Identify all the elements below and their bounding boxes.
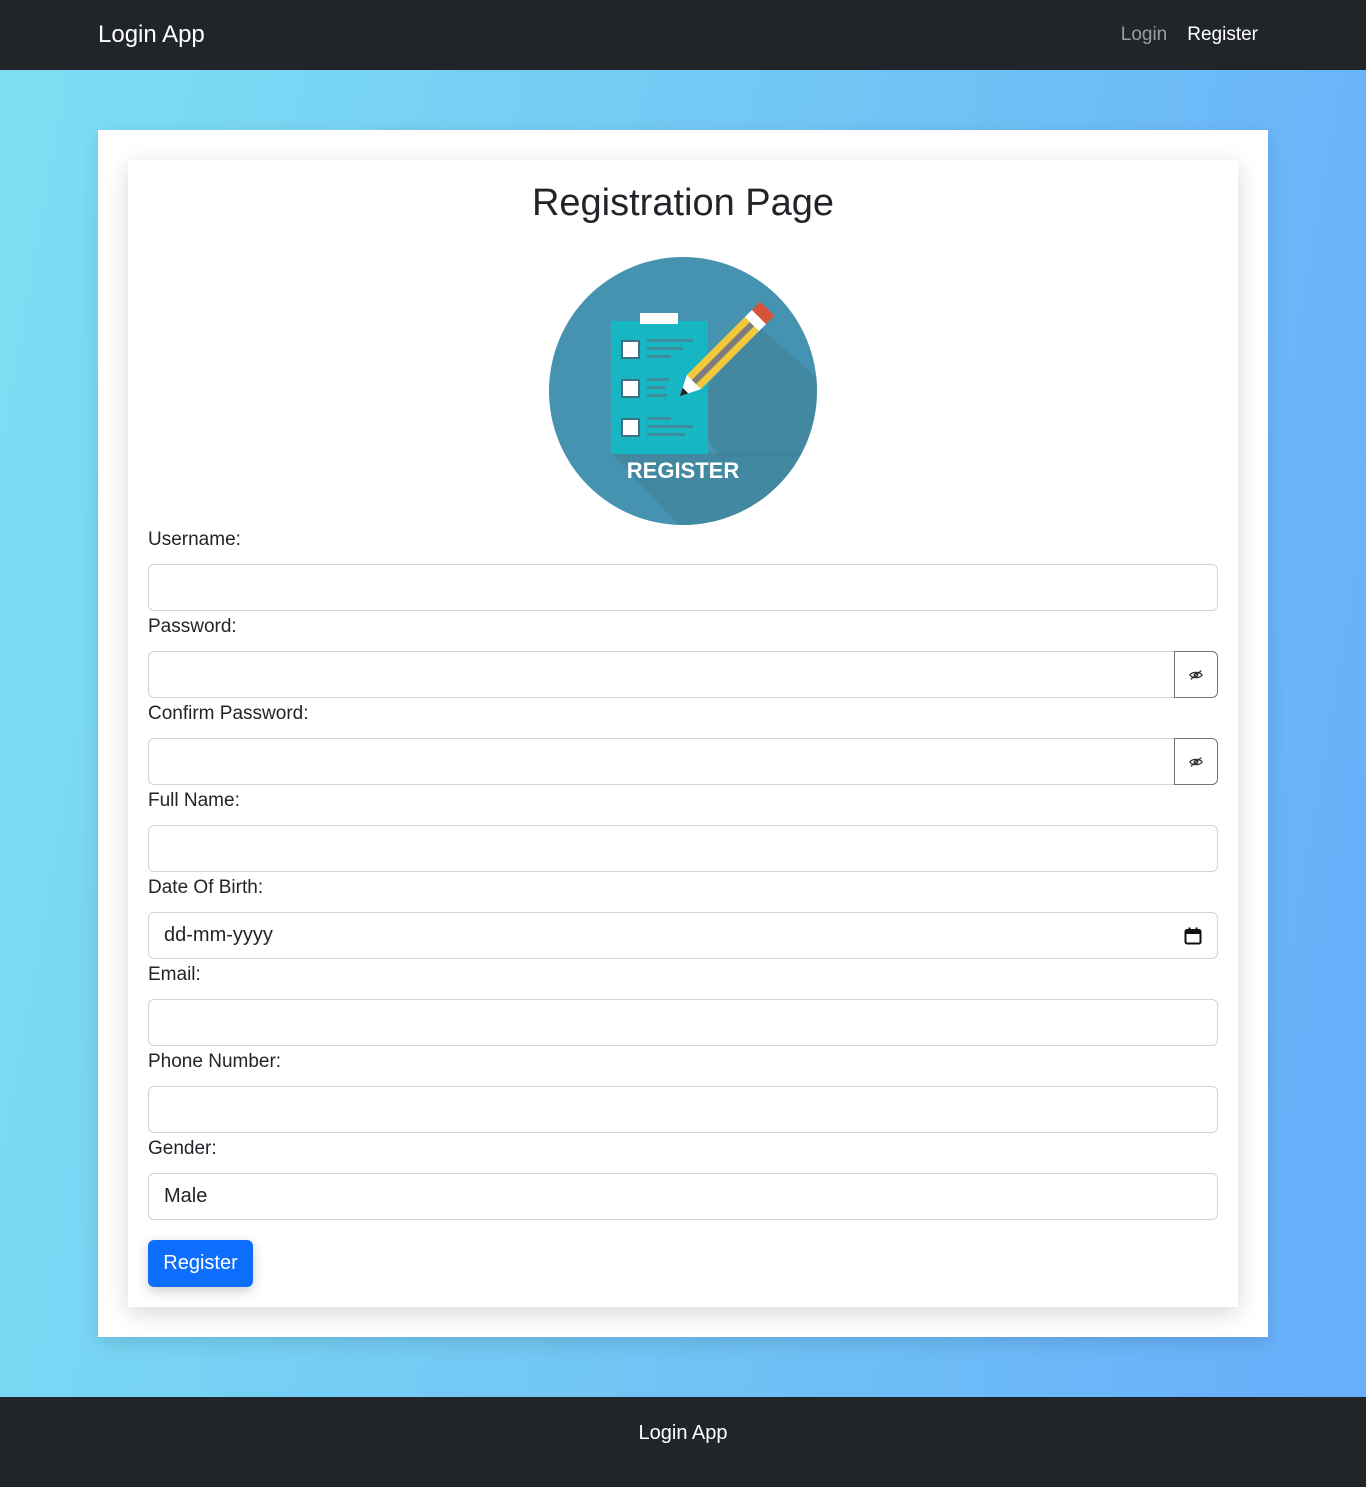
email-input[interactable] (148, 999, 1218, 1046)
username-label: Username: (148, 529, 241, 550)
email-label: Email: (148, 964, 201, 985)
confirm-password-visibility-toggle[interactable] (1174, 738, 1218, 785)
gender-select[interactable]: Male (148, 1173, 1218, 1220)
registration-card: Registration Page REGISTER Username: Pas… (128, 160, 1238, 1307)
full-name-input[interactable] (148, 825, 1218, 872)
phone-label: Phone Number: (148, 1051, 282, 1072)
navbar: Login App Login Register (0, 0, 1366, 70)
password-visibility-toggle[interactable] (1174, 651, 1218, 698)
eye-slash-icon (1189, 669, 1203, 680)
confirm-password-input[interactable] (148, 738, 1175, 785)
password-input[interactable] (148, 651, 1175, 698)
eye-slash-icon (1189, 756, 1203, 767)
page-title: Registration Page (531, 182, 835, 224)
register-logo-image: REGISTER (549, 257, 817, 525)
dob-label: Date Of Birth: (148, 877, 264, 898)
dob-date-input[interactable]: dd-mm-yyyy (148, 912, 1218, 959)
logo-caption: REGISTER (627, 458, 740, 483)
nav-link-register[interactable]: Register (1187, 22, 1258, 48)
dob-placeholder: dd-mm-yyyy (164, 924, 273, 946)
gender-label: Gender: (148, 1138, 217, 1159)
username-input[interactable] (148, 564, 1218, 611)
full-name-label: Full Name: (148, 790, 240, 811)
footer: Login App (0, 1397, 1366, 1487)
brand-link[interactable]: Login App (98, 19, 205, 51)
calendar-icon[interactable] (1184, 927, 1202, 945)
confirm-password-label: Confirm Password: (148, 703, 309, 724)
register-button[interactable]: Register (148, 1240, 253, 1287)
nav-link-login[interactable]: Login (1121, 22, 1168, 48)
password-label: Password: (148, 616, 237, 637)
footer-text: Login App (638, 1422, 728, 1444)
nav-links: Login Register (1121, 22, 1258, 48)
page-container: Registration Page REGISTER Username: Pas… (98, 130, 1268, 1337)
phone-input[interactable] (148, 1086, 1218, 1133)
